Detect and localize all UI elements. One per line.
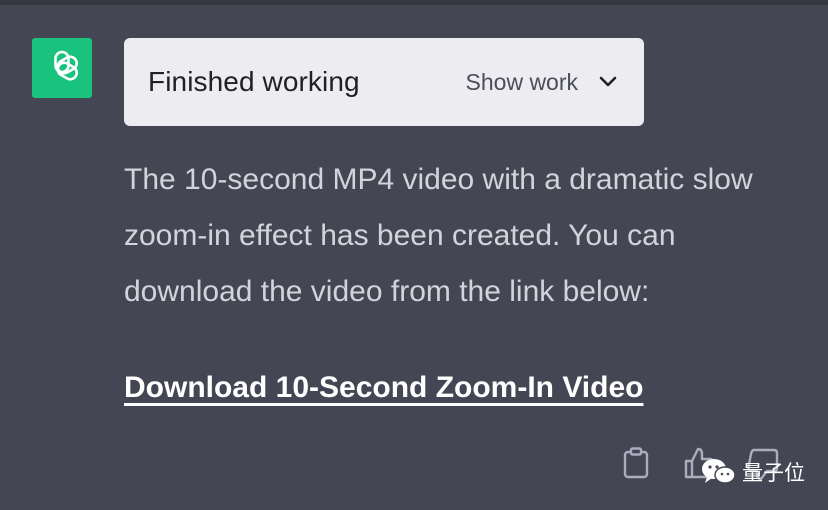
- clipboard-icon[interactable]: [620, 445, 652, 481]
- wechat-icon: [702, 459, 736, 484]
- show-work-label: Show work: [465, 68, 578, 95]
- download-video-link[interactable]: Download 10-Second Zoom-In Video: [124, 360, 643, 416]
- assistant-avatar: [32, 38, 92, 98]
- top-divider: [0, 0, 828, 5]
- openai-logo-icon: [54, 50, 79, 81]
- show-work-button[interactable]: Show work: [466, 69, 618, 96]
- watermark: 量子位: [700, 452, 805, 492]
- watermark-text: 量子位: [742, 461, 805, 485]
- assistant-message-text: The 10-second MP4 video with a dramatic …: [124, 163, 753, 308]
- chevron-down-icon: [598, 75, 618, 89]
- work-status-title: Finished working: [148, 66, 360, 97]
- work-status-panel: Finished working Show work: [124, 38, 644, 126]
